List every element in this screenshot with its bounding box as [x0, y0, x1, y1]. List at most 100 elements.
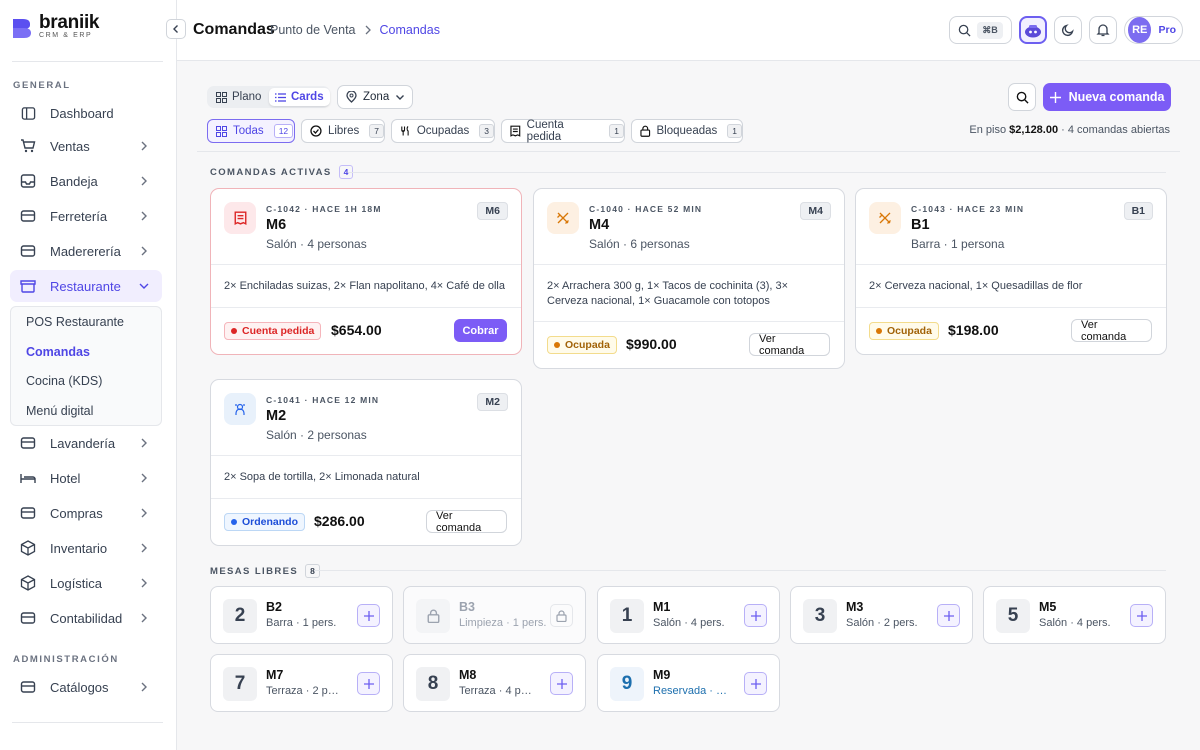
- search-icon: [1016, 91, 1029, 104]
- table-tile-m8[interactable]: 8 M8 Terraza · 4 pers.: [403, 654, 586, 712]
- check-circle-icon: [310, 125, 322, 137]
- table-tag: M6: [477, 202, 508, 220]
- table-tile-m9[interactable]: 9 M9 Reservada · 6 pers.: [597, 654, 780, 712]
- breadcrumb-punto-de-venta[interactable]: Punto de Venta: [270, 23, 356, 37]
- laundry-icon: [20, 435, 36, 451]
- lock-icon: [427, 609, 439, 623]
- robot-icon: [1025, 25, 1041, 38]
- sidebar-divider: [12, 722, 163, 723]
- filter-count: 12: [273, 124, 294, 138]
- open-table-button[interactable]: [744, 672, 767, 695]
- sidebar-item-dashboard[interactable]: Dashboard: [10, 97, 162, 129]
- table-number: 3: [803, 599, 837, 633]
- filter-bloqueadas[interactable]: Bloqueadas 1: [631, 119, 743, 143]
- submenu-pos-restaurante[interactable]: POS Restaurante: [26, 315, 124, 329]
- sidebar-item-label: Logística: [50, 575, 103, 591]
- open-table-button[interactable]: [1130, 604, 1153, 627]
- shortcut-hint: ⌘B: [977, 21, 1003, 39]
- new-comanda-button[interactable]: Nueva comanda: [1043, 83, 1171, 111]
- card-divider: [856, 264, 1166, 265]
- sidebar-item-madereria[interactable]: Madererería: [10, 235, 162, 267]
- table-tile-m3[interactable]: 3 M3 Salón · 2 pers.: [790, 586, 973, 644]
- comanda-card-m4[interactable]: C-1040 · HACE 52 MIN M4 Salón · 6 person…: [533, 188, 845, 369]
- table-tile-m5[interactable]: 5 M5 Salón · 4 pers.: [983, 586, 1166, 644]
- map-pin-icon: [346, 91, 357, 103]
- sales-icon: [20, 138, 36, 154]
- table-tile-b2[interactable]: 2 B2 Barra · 1 pers.: [210, 586, 393, 644]
- collapse-sidebar-button[interactable]: [166, 19, 186, 39]
- submenu-comandas[interactable]: Comandas: [26, 345, 90, 359]
- sidebar-item-lavanderia[interactable]: Lavandería: [10, 427, 162, 459]
- table-number: 8: [416, 667, 450, 701]
- comanda-card-m2[interactable]: C-1041 · HACE 12 MIN M2 Salón · 2 person…: [210, 379, 522, 546]
- filter-count: 1: [609, 124, 624, 138]
- table-tile-m7[interactable]: 7 M7 Terraza · 2 pers.: [210, 654, 393, 712]
- breadcrumb: Punto de Venta Comandas: [270, 23, 440, 37]
- open-table-button[interactable]: [357, 604, 380, 627]
- table-sub: Terraza · 2 pers.: [266, 685, 342, 697]
- sidebar-item-ferreteria[interactable]: Ferretería: [10, 200, 162, 232]
- card-divider: [534, 264, 844, 265]
- sidebar-item-compras[interactable]: Compras: [10, 497, 162, 529]
- open-table-button[interactable]: [744, 604, 767, 627]
- comanda-card-m6[interactable]: C-1042 · HACE 1H 18M M6 Salón · 4 person…: [210, 188, 522, 355]
- sidebar-item-contabilidad[interactable]: Contabilidad: [10, 602, 162, 634]
- view-plano-button[interactable]: Plano: [210, 88, 267, 106]
- filter-label: Cuenta pedida: [526, 119, 564, 143]
- logo-mark-icon: [13, 18, 31, 38]
- status-label: Ocupada: [887, 325, 932, 337]
- comanda-items: 2× Cerveza nacional, 1× Quesadillas de f…: [869, 280, 1083, 292]
- open-table-button[interactable]: [357, 672, 380, 695]
- sidebar-item-label: Contabilidad: [50, 610, 123, 626]
- comanda-meta: C-1041 · HACE 12 MIN: [266, 395, 380, 405]
- sidebar-item-inventario[interactable]: Inventario: [10, 532, 162, 564]
- grid-icon: [216, 125, 227, 137]
- card-divider: [534, 321, 844, 322]
- table-number: 2: [223, 599, 257, 633]
- breadcrumb-comandas[interactable]: Comandas: [380, 23, 440, 37]
- zona-dropdown[interactable]: Zona: [337, 85, 413, 109]
- chevron-right-icon: [141, 543, 147, 553]
- sidebar-item-catalogos[interactable]: Catálogos: [10, 671, 162, 703]
- ver-comanda-button[interactable]: Ver comanda: [1071, 319, 1152, 343]
- table-name: M3: [846, 600, 864, 614]
- card-divider: [856, 307, 1166, 308]
- comanda-card-b1[interactable]: C-1043 · HACE 23 MIN B1 Barra · 1 person…: [855, 188, 1167, 355]
- filter-label: Todas: [233, 125, 264, 137]
- user-menu[interactable]: RE Pro: [1124, 16, 1183, 44]
- cobrar-button[interactable]: Cobrar: [454, 319, 507, 342]
- sidebar-item-logistica[interactable]: Logística: [10, 567, 162, 599]
- chef-icon: [224, 393, 256, 425]
- card-divider: [211, 264, 521, 265]
- filter-cuenta-pedida[interactable]: Cuenta pedida 1: [501, 119, 625, 143]
- sidebar-item-ventas[interactable]: Ventas: [10, 130, 162, 162]
- table-tile-b3: B3 Limpieza · 1 pers.: [403, 586, 586, 644]
- lock-icon: [556, 609, 567, 622]
- sidebar-item-hotel[interactable]: Hotel: [10, 462, 162, 494]
- brand-logo[interactable]: braniik CRM & ERP: [11, 13, 100, 41]
- search-button[interactable]: [1008, 83, 1036, 111]
- table-lock-badge: [416, 599, 450, 633]
- table-sub: Limpieza · 1 pers.: [459, 617, 547, 629]
- ver-comanda-button[interactable]: Ver comanda: [426, 510, 507, 534]
- filter-ocupadas[interactable]: Ocupadas 3: [391, 119, 495, 143]
- view-cards-button[interactable]: Cards: [269, 88, 330, 106]
- filter-todas[interactable]: Todas 12: [207, 119, 295, 143]
- sidebar-item-restaurante[interactable]: Restaurante: [10, 270, 162, 302]
- table-name: M7: [266, 668, 284, 682]
- ai-assistant-button[interactable]: [1019, 16, 1047, 44]
- filter-libres[interactable]: Libres 7: [301, 119, 385, 143]
- comanda-amount: $654.00: [331, 322, 382, 338]
- notifications-button[interactable]: [1089, 16, 1117, 44]
- ver-comanda-button[interactable]: Ver comanda: [749, 333, 830, 357]
- filter-count: 1: [727, 124, 742, 138]
- active-orders-header: COMANDAS ACTIVAS 4: [210, 165, 354, 179]
- command-search-button[interactable]: ⌘B: [949, 16, 1012, 44]
- table-tile-m1[interactable]: 1 M1 Salón · 4 pers.: [597, 586, 780, 644]
- theme-toggle-button[interactable]: [1054, 16, 1082, 44]
- open-table-button[interactable]: [550, 672, 573, 695]
- open-table-button[interactable]: [937, 604, 960, 627]
- submenu-cocina-kds[interactable]: Cocina (KDS): [26, 374, 102, 388]
- sidebar-item-bandeja[interactable]: Bandeja: [10, 165, 162, 197]
- submenu-menu-digital[interactable]: Menú digital: [26, 404, 93, 418]
